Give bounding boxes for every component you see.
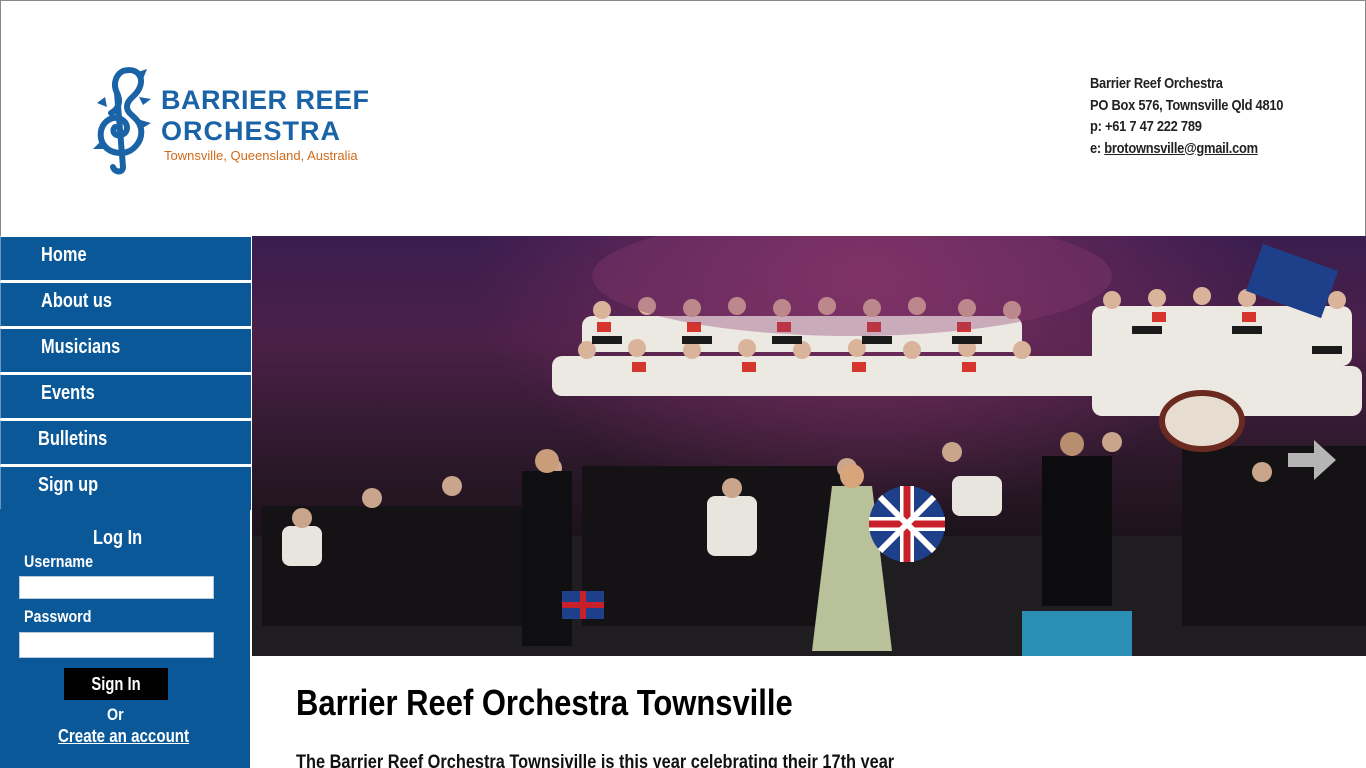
contact-email-row: e: brotownsville@gmail.com xyxy=(1090,138,1322,160)
nav-item-label: About us xyxy=(41,290,113,312)
logo-line-1: BARRIER REEF xyxy=(161,85,370,115)
nav-item-sign-up[interactable]: Sign up xyxy=(0,466,252,511)
sign-in-button[interactable]: Sign In xyxy=(64,668,168,700)
nav-item-musicians[interactable]: Musicians xyxy=(0,328,252,373)
password-input[interactable] xyxy=(19,632,214,658)
create-account-link[interactable]: Create an account xyxy=(58,726,189,747)
password-label: Password xyxy=(24,607,92,626)
logo-line-2: ORCHESTRA xyxy=(161,116,342,146)
login-panel: Log In Username Password Sign In Or Crea… xyxy=(0,509,250,768)
nav-item-label: Home xyxy=(41,244,87,266)
page-title: Barrier Reef Orchestra Townsville xyxy=(296,682,793,723)
nav-item-label: Sign up xyxy=(38,474,99,496)
nav-item-label: Events xyxy=(41,382,95,404)
sign-in-label: Sign In xyxy=(91,673,141,694)
nav-item-bulletins[interactable]: Bulletins xyxy=(0,420,252,465)
nav-item-label: Musicians xyxy=(41,336,121,358)
username-label: Username xyxy=(24,552,94,571)
login-title: Log In xyxy=(93,527,143,549)
contact-email-link[interactable]: brotownsville@gmail.com xyxy=(1104,140,1258,157)
treble-clef-seahorse-icon xyxy=(93,67,151,175)
contact-block: Barrier Reef Orchestra PO Box 576, Towns… xyxy=(1090,73,1360,159)
site-header: BARRIER REEF ORCHESTRA Townsville, Queen… xyxy=(0,0,1366,236)
contact-phone: p: +61 7 47 222 789 xyxy=(1090,118,1202,135)
contact-name: Barrier Reef Orchestra xyxy=(1090,75,1223,92)
contact-address: PO Box 576, Townsville Qld 4810 xyxy=(1090,96,1284,114)
contact-email-prefix: e: xyxy=(1090,139,1105,157)
site-logo[interactable]: BARRIER REEF ORCHESTRA Townsville, Queen… xyxy=(93,65,393,175)
main-nav: Home About us Musicians Events Bulletins… xyxy=(0,236,252,512)
hero-image xyxy=(252,236,1366,656)
arrow-right-icon[interactable] xyxy=(1288,440,1336,480)
orchestra-stage-image xyxy=(252,236,1366,656)
bass-drum xyxy=(1159,390,1245,452)
nav-item-events[interactable]: Events xyxy=(0,374,252,419)
login-or-text: Or xyxy=(107,705,124,724)
union-jack-shield xyxy=(869,486,945,562)
intro-paragraph: The Barrier Reef Orchestra Townsiville i… xyxy=(296,752,895,768)
logo-tagline: Townsville, Queensland, Australia xyxy=(164,148,358,163)
username-input[interactable] xyxy=(19,576,214,599)
nav-item-label: Bulletins xyxy=(38,428,108,450)
nav-item-about-us[interactable]: About us xyxy=(0,282,252,327)
orchestra-group xyxy=(262,446,1366,626)
nav-item-home[interactable]: Home xyxy=(0,236,252,281)
conductor-podium xyxy=(1022,611,1132,656)
